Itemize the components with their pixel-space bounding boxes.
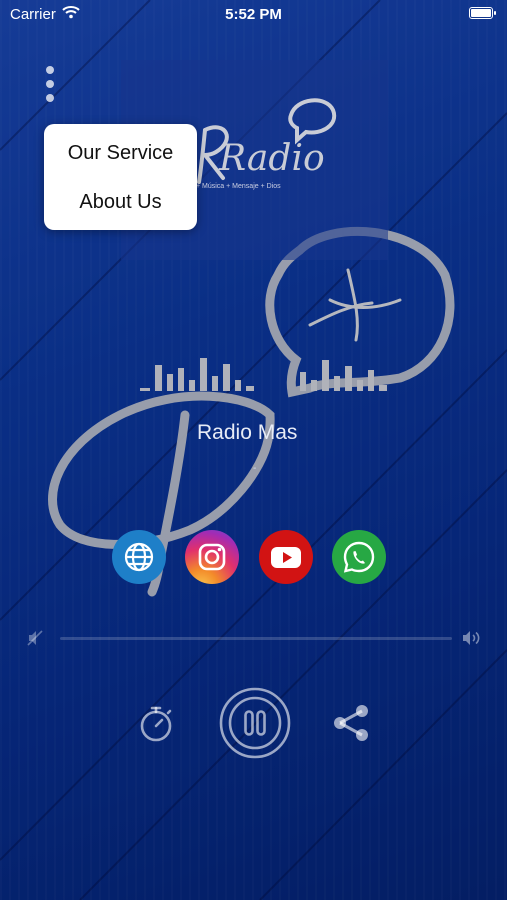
menu-item-about-us[interactable]: About Us [44, 191, 197, 214]
pause-button[interactable] [219, 687, 291, 764]
logo-wordmark: Radio [219, 138, 325, 179]
volume-up-icon[interactable] [461, 629, 483, 652]
globe-icon [124, 542, 154, 572]
instagram-icon [198, 543, 226, 571]
popup-menu: Our Service About Us [44, 124, 197, 230]
whatsapp-icon [343, 541, 375, 573]
status-bar: Carrier 5:52 PM [0, 0, 507, 30]
youtube-icon [271, 547, 301, 568]
station-name: Radio Mas [197, 421, 298, 444]
more-vertical-icon[interactable] [40, 62, 60, 106]
logo-tagline: + Música + Mensaje + Dios [196, 183, 281, 190]
website-button[interactable] [112, 530, 166, 584]
instagram-button[interactable] [185, 530, 239, 584]
timer-icon[interactable] [137, 703, 175, 748]
youtube-button[interactable] [259, 530, 313, 584]
volume-mute-icon[interactable] [27, 629, 45, 652]
station-subtitle: - [253, 463, 257, 474]
pause-icon [219, 687, 291, 759]
whatsapp-button[interactable] [332, 530, 386, 584]
menu-item-our-service[interactable]: Our Service [44, 142, 197, 165]
battery-icon [469, 7, 496, 19]
share-icon[interactable] [331, 702, 373, 749]
volume-slider[interactable] [60, 637, 452, 640]
clock: 5:52 PM [225, 6, 282, 23]
